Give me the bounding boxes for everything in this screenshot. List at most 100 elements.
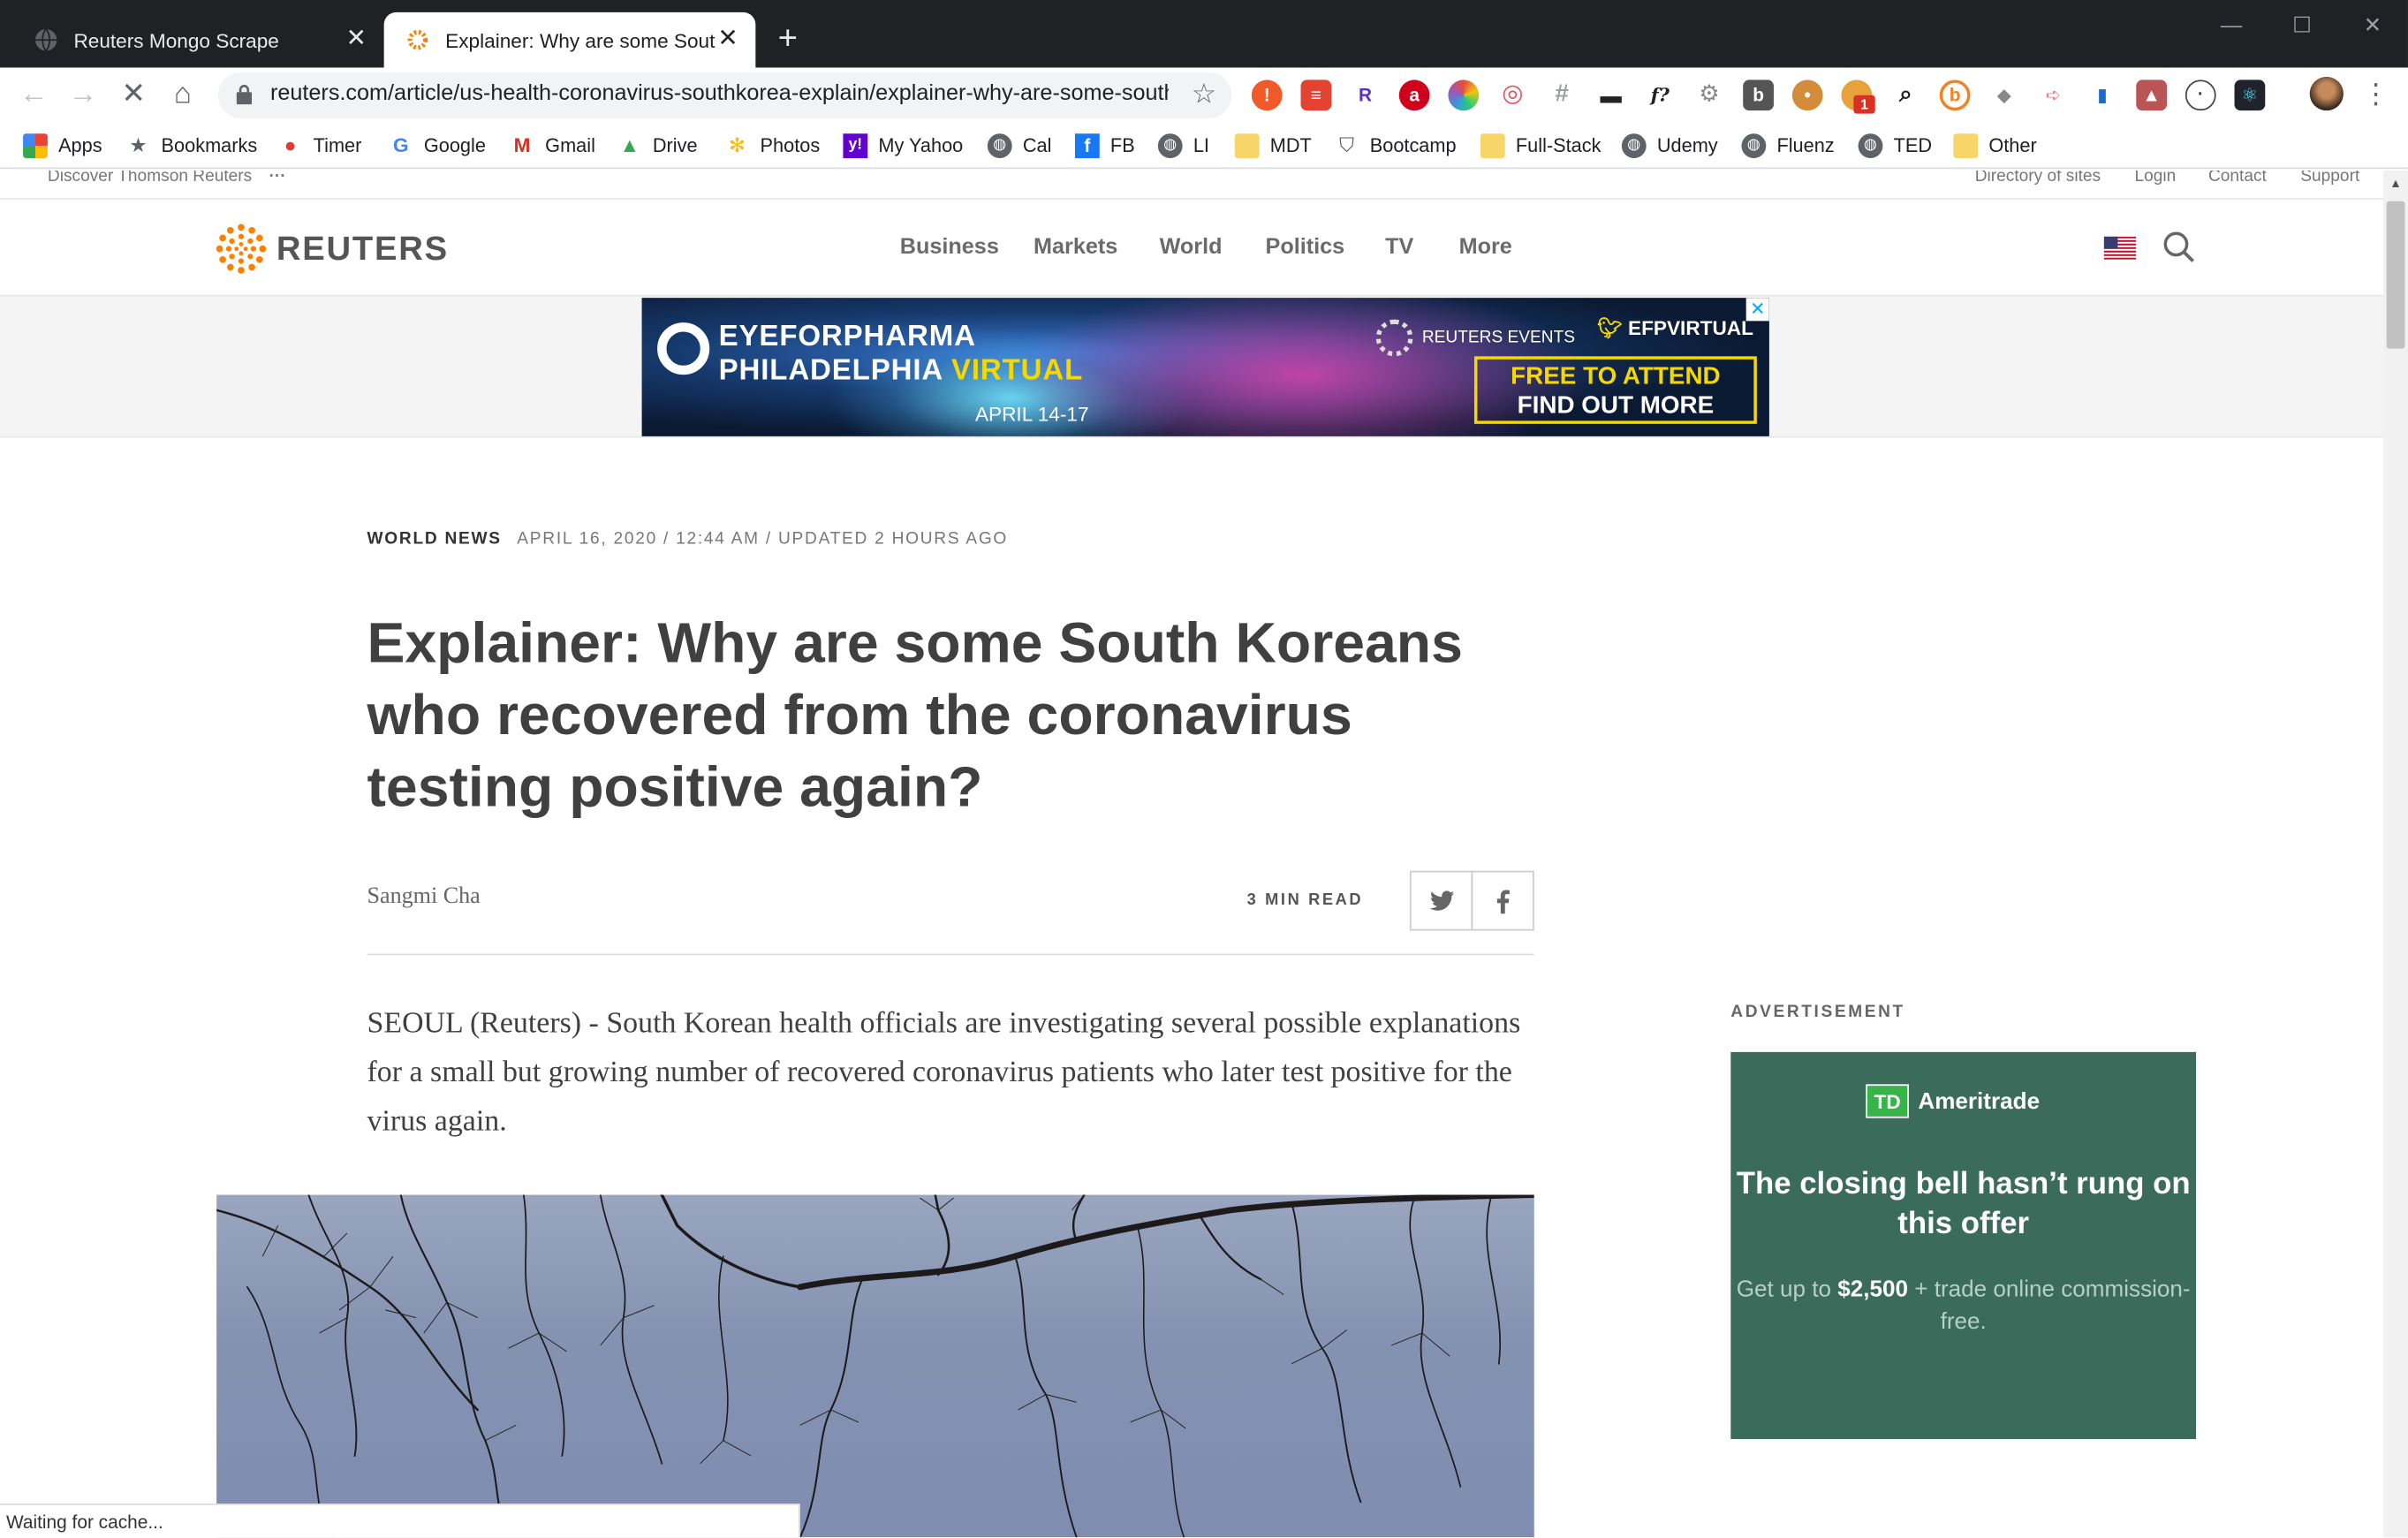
home-icon[interactable]: ⌂: [164, 77, 201, 114]
bookmark-apps[interactable]: Apps: [23, 131, 102, 162]
page-scrollbar[interactable]: ▲: [2383, 170, 2408, 1538]
reuters-dots-icon: [216, 224, 267, 274]
section-link[interactable]: WORLD NEWS: [367, 530, 502, 549]
extension-pdf-icon[interactable]: ▲: [2136, 80, 2168, 111]
bookmark-li[interactable]: ◍ LI: [1157, 131, 1209, 162]
bookmark-fluenz[interactable]: ◍ Fluenz: [1741, 131, 1835, 162]
extension-dropbox-icon[interactable]: ◆: [1988, 80, 2020, 111]
bookmark-bootcamp[interactable]: ⛉ Bootcamp: [1335, 131, 1457, 162]
close-tab-icon[interactable]: ✕: [716, 27, 740, 52]
banner-cta-button[interactable]: FREE TO ATTEND FIND OUT MORE: [1473, 356, 1757, 424]
reuters-logo[interactable]: REUTERS: [215, 223, 448, 275]
star-icon: ★: [129, 133, 148, 157]
search-icon[interactable]: [2162, 231, 2196, 264]
bookmark-google[interactable]: G Google: [389, 131, 486, 162]
profile-avatar[interactable]: [2309, 76, 2344, 111]
bookmark-mdt[interactable]: MDT: [1234, 131, 1312, 162]
nav-markets[interactable]: Markets: [1034, 235, 1117, 260]
extension-brackets-icon[interactable]: ·: [2185, 80, 2216, 111]
extension-spiral-icon[interactable]: ◎: [1497, 80, 1528, 111]
extension-b-circle-icon[interactable]: b: [1939, 80, 1971, 111]
bookmark-ted[interactable]: ◍ TED: [1858, 131, 1932, 162]
extension-mask-icon[interactable]: ▬: [1595, 80, 1627, 111]
adchoices-close-icon[interactable]: ✕: [1745, 298, 1769, 322]
chrome-menu-icon[interactable]: ⋮: [2362, 77, 2389, 110]
extension-bars-icon[interactable]: ▮: [2086, 80, 2118, 111]
close-tab-icon[interactable]: ✕: [344, 27, 368, 52]
tab-reuters-mongo-scrape[interactable]: Reuters Mongo Scrape ✕: [12, 12, 384, 68]
bookmark-bookmarks[interactable]: ★ Bookmarks: [126, 131, 257, 162]
bookmark-star-icon[interactable]: ☆: [1192, 79, 1216, 111]
extension-arrow-icon[interactable]: ➪: [2037, 80, 2069, 111]
extension-alert-icon[interactable]: !: [1251, 80, 1283, 111]
extension-magnifier-icon[interactable]: ⌕: [1890, 80, 1921, 111]
directory-of-sites-link[interactable]: Directory of sites: [1975, 170, 2101, 186]
extension-r-icon[interactable]: R: [1350, 80, 1381, 111]
extension-badge-icon[interactable]: 1: [1841, 80, 1875, 114]
bookmark-cal[interactable]: ◍ Cal: [987, 131, 1052, 162]
article-lede: SEOUL (Reuters) - South Korean health of…: [367, 1007, 1521, 1139]
bookmark-drive[interactable]: ▲ Drive: [617, 131, 698, 162]
close-window-icon[interactable]: ✕: [2337, 0, 2408, 49]
bookmark-timer[interactable]: ● Timer: [278, 131, 362, 162]
extension-b-icon[interactable]: b: [1743, 80, 1774, 111]
extension-grid-icon[interactable]: #: [1546, 80, 1578, 111]
nav-politics[interactable]: Politics: [1266, 235, 1345, 260]
forward-arrow-icon[interactable]: →: [64, 77, 102, 114]
extension-gear-icon[interactable]: ⚙: [1693, 80, 1725, 111]
globe-icon: [34, 28, 57, 51]
login-link[interactable]: Login: [2135, 170, 2177, 186]
extension-react-icon[interactable]: ⚛: [2234, 80, 2266, 111]
banner-date: APRIL 14-17: [974, 402, 1089, 426]
tab-title: Explainer: Why are some South Koreans wh…: [445, 28, 716, 52]
extension-function-icon[interactable]: f?: [1644, 80, 1676, 111]
site-header: REUTERS Business Markets World Politics …: [0, 200, 2384, 297]
banner-cta-line2: FIND OUT MORE: [1517, 393, 1715, 420]
discover-thomson-reuters-link[interactable]: Discover Thomson Reuters ···: [48, 170, 286, 186]
bookmark-label: Other: [1988, 134, 2037, 157]
nav-business[interactable]: Business: [900, 235, 999, 260]
extension-cookie-icon[interactable]: •: [1791, 80, 1823, 111]
address-bar[interactable]: reuters.com/article/us-health-coronaviru…: [217, 72, 1232, 118]
td-ameritrade-ad[interactable]: TD Ameritrade The closing bell hasn’t ru…: [1730, 1051, 2197, 1439]
lock-icon: [236, 85, 253, 105]
tab-explainer[interactable]: Explainer: Why are some South Koreans wh…: [383, 11, 756, 68]
bookmark-label: Bootcamp: [1369, 134, 1457, 157]
maximize-icon[interactable]: ☐: [2267, 0, 2337, 49]
nav-tv[interactable]: TV: [1385, 235, 1413, 260]
url-text: reuters.com/article/us-health-coronaviru…: [269, 81, 1169, 106]
article-photo[interactable]: [216, 1194, 1534, 1538]
support-link[interactable]: Support: [2300, 170, 2359, 186]
extension-todoist-icon[interactable]: ≡: [1300, 80, 1332, 111]
bookmark-full-stack[interactable]: Full-Stack: [1480, 131, 1602, 162]
share-twitter-button[interactable]: [1409, 870, 1473, 931]
more-dots-icon[interactable]: ···: [269, 170, 285, 186]
globe-icon: ◍: [1858, 133, 1883, 159]
extension-color-picker-icon[interactable]: [1448, 80, 1480, 111]
bookmark-label: Cal: [1022, 134, 1052, 157]
bookmark-fb[interactable]: f FB: [1074, 131, 1135, 162]
yahoo-icon: y!: [843, 133, 868, 159]
bookmark-gmail[interactable]: M Gmail: [510, 131, 595, 162]
stop-loading-icon[interactable]: ✕: [115, 77, 152, 114]
us-flag-icon[interactable]: [2103, 236, 2137, 260]
article-author[interactable]: Sangmi Cha: [367, 884, 481, 911]
share-facebook-button[interactable]: [1471, 870, 1534, 931]
td-brand-name: Ameritrade: [1918, 1087, 2041, 1115]
eyeforpharma-banner-ad[interactable]: EYEFORPHARMA PHILADELPHIA VIRTUAL APRIL …: [641, 298, 1769, 436]
bookmark-photos[interactable]: ✻ Photos: [725, 131, 820, 162]
extension-av-icon[interactable]: a: [1398, 80, 1430, 111]
twitter-bird-icon: 🐦︎: [1597, 316, 1629, 340]
nav-more[interactable]: More: [1459, 235, 1512, 260]
bookmark-my-yahoo[interactable]: y! My Yahoo: [843, 131, 963, 162]
bookmark-udemy[interactable]: ◍ Udemy: [1621, 131, 1718, 162]
contact-link[interactable]: Contact: [2208, 170, 2267, 186]
nav-world[interactable]: World: [1160, 235, 1223, 260]
back-arrow-icon[interactable]: ←: [15, 77, 52, 114]
scroll-up-arrow-icon[interactable]: ▲: [2383, 173, 2408, 194]
bookmark-other[interactable]: Other: [1953, 131, 2037, 162]
minimize-icon[interactable]: —: [2196, 0, 2267, 49]
tab-strip: Reuters Mongo Scrape ✕ Explainer: Why ar…: [0, 0, 2408, 68]
scrollbar-thumb[interactable]: [2386, 201, 2405, 349]
new-tab-icon[interactable]: +: [771, 20, 805, 55]
